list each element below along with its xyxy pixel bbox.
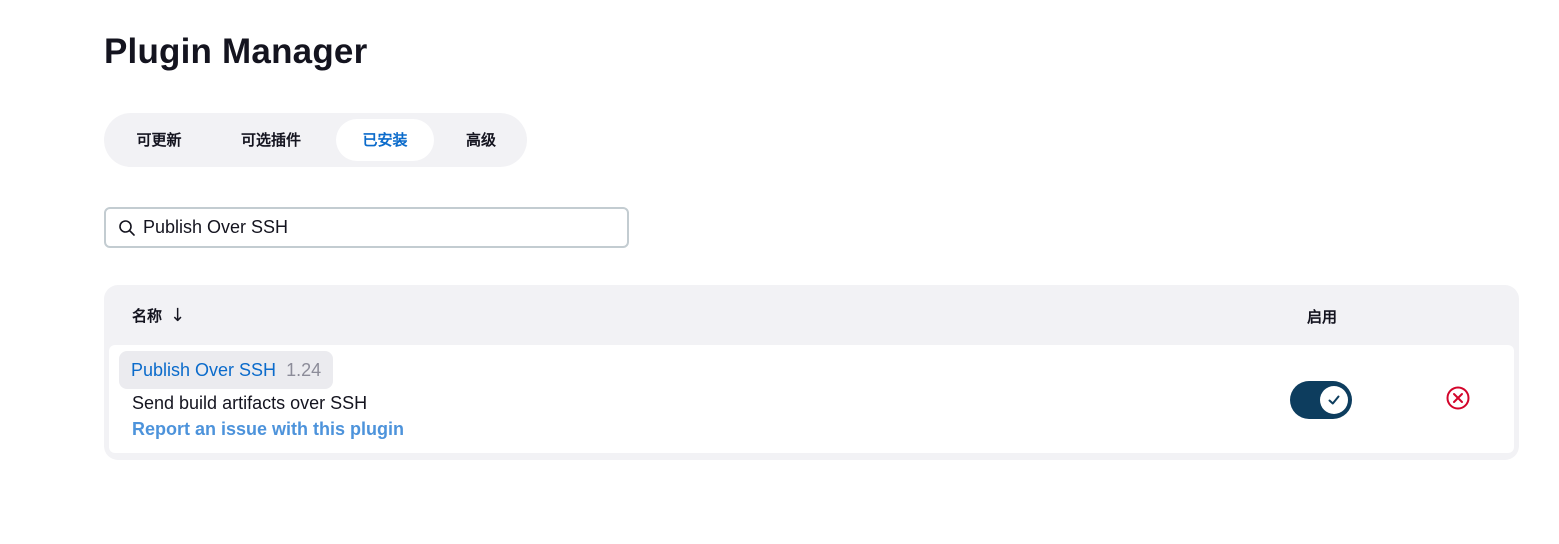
checkmark-icon bbox=[1328, 395, 1340, 405]
uninstall-x-circle-icon[interactable] bbox=[1445, 385, 1471, 411]
report-issue-link[interactable]: Report an issue with this plugin bbox=[132, 419, 404, 440]
tab-updates[interactable]: 可更新 bbox=[118, 119, 200, 161]
plugin-version: 1.24 bbox=[286, 359, 322, 380]
tab-advanced[interactable]: 高级 bbox=[448, 119, 514, 161]
sort-down-icon: ↓ bbox=[170, 305, 186, 326]
search-box bbox=[104, 207, 629, 248]
plugin-manager-page: Plugin Manager 可更新 可选插件 已安装 高级 名称 ↓ 启用 P… bbox=[0, 0, 1559, 544]
tab-available-plugins[interactable]: 可选插件 bbox=[222, 119, 320, 161]
tab-installed[interactable]: 已安装 bbox=[336, 119, 434, 161]
search-input[interactable] bbox=[143, 212, 613, 242]
plugin-description: Send build artifacts over SSH bbox=[132, 393, 368, 413]
column-header-name[interactable]: 名称 ↓ bbox=[132, 305, 185, 326]
plugin-name-link[interactable]: Publish Over SSH bbox=[131, 360, 276, 381]
table-row: Publish Over SSH 1.24 Send build artifac… bbox=[109, 345, 1514, 453]
toggle-knob bbox=[1320, 386, 1348, 414]
column-header-enabled[interactable]: 启用 bbox=[1307, 306, 1337, 327]
plugin-title-chip: Publish Over SSH 1.24 bbox=[119, 351, 334, 389]
column-header-name-label: 名称 bbox=[132, 307, 163, 325]
tab-bar: 可更新 可选插件 已安装 高级 bbox=[104, 113, 527, 167]
search-icon bbox=[119, 220, 135, 236]
plugins-table: 名称 ↓ 启用 Publish Over SSH 1.24 Send build… bbox=[104, 285, 1519, 460]
page-title: Plugin Manager bbox=[104, 32, 368, 71]
enabled-toggle[interactable] bbox=[1290, 381, 1352, 419]
